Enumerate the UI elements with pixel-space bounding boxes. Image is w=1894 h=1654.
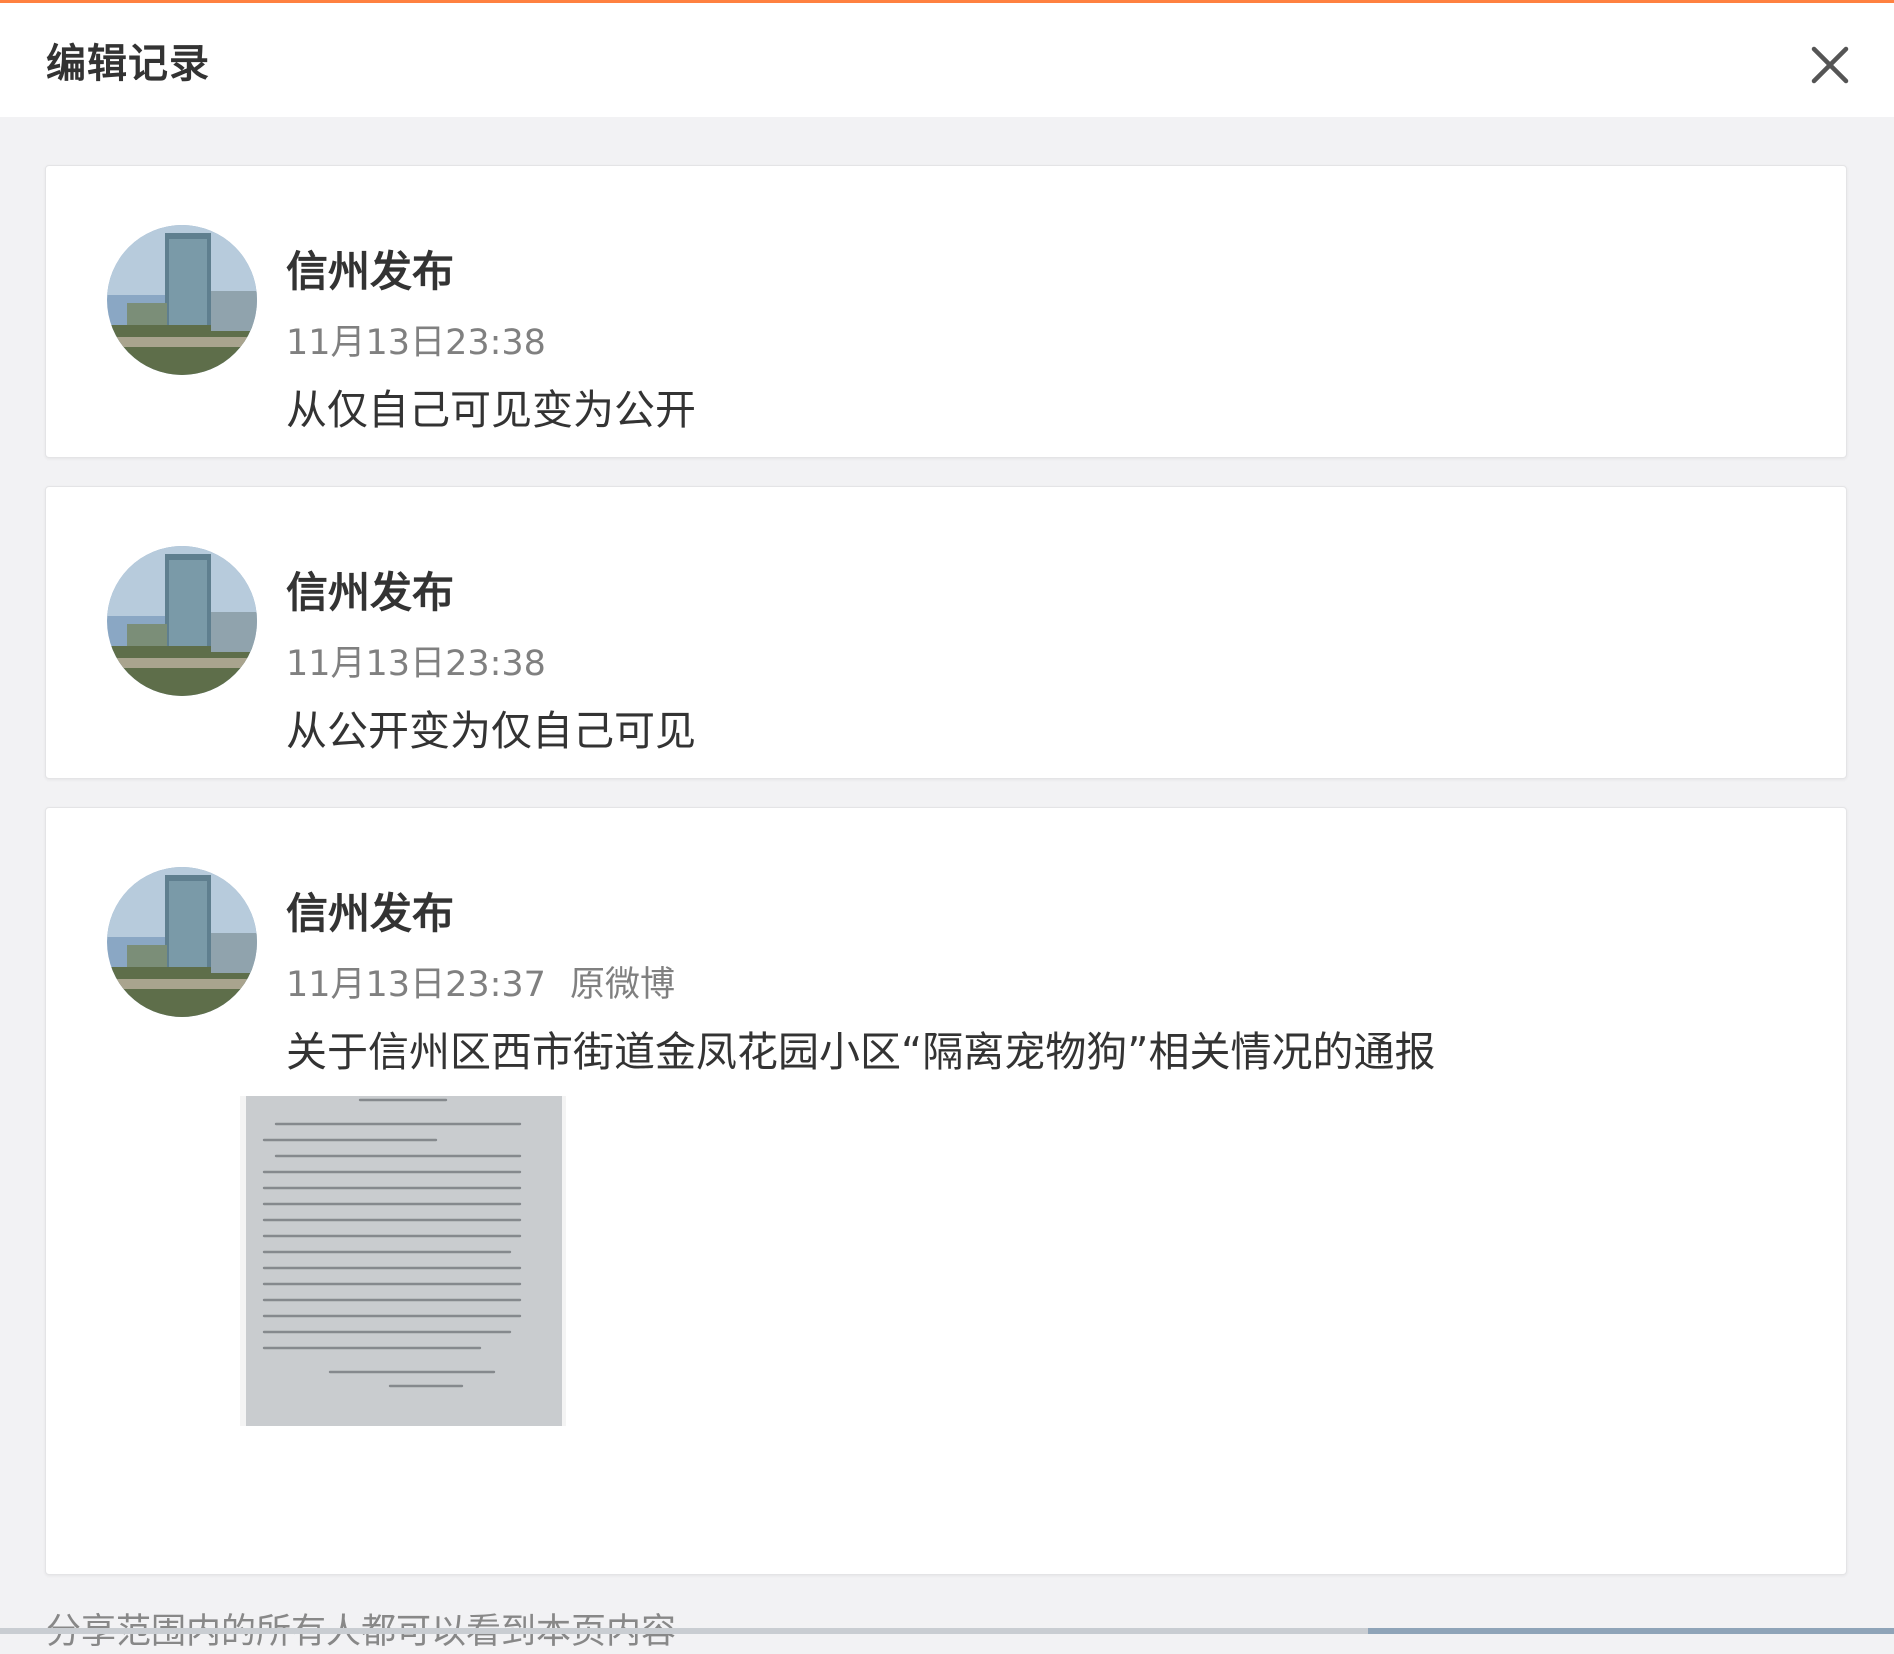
avatar-image <box>107 546 257 696</box>
author-name[interactable]: 信州发布 <box>286 559 454 620</box>
author-name[interactable]: 信州发布 <box>286 238 454 299</box>
dialog-title: 编辑记录 <box>46 41 210 87</box>
record-text: 关于信州区西市街道金凤花园小区“隔离宠物狗”相关情况的通报 <box>286 1028 1436 1076</box>
author-avatar[interactable] <box>107 225 257 375</box>
author-name[interactable]: 信州发布 <box>286 880 454 941</box>
avatar-image <box>107 867 257 1017</box>
record-text: 从公开变为仅自己可见 <box>286 707 696 755</box>
edit-record-card: 信州发布 11月13日23:38 从公开变为仅自己可见 <box>45 486 1847 779</box>
close-icon[interactable] <box>1808 43 1852 87</box>
record-time: 11月13日23:38 <box>286 644 546 684</box>
author-avatar[interactable] <box>107 867 257 1017</box>
author-avatar[interactable] <box>107 546 257 696</box>
record-meta: 11月13日23:38 <box>286 314 546 365</box>
record-time: 11月13日23:38 <box>286 323 546 363</box>
edit-record-card: 信州发布 11月13日23:38 从仅自己可见变为公开 <box>45 165 1847 458</box>
record-time: 11月13日23:37 <box>286 965 546 1005</box>
dialog-header: 编辑记录 <box>0 3 1894 117</box>
original-post-link[interactable]: 原微博 <box>570 965 675 1005</box>
attached-image-thumbnail[interactable] <box>240 1096 566 1426</box>
record-meta: 11月13日23:37 原微博 <box>286 956 675 1007</box>
record-text: 从仅自己可见变为公开 <box>286 386 696 434</box>
avatar-image <box>107 225 257 375</box>
underlying-page-highlight <box>1368 1628 1894 1634</box>
underlying-page-strip <box>0 1628 1894 1634</box>
document-photo <box>240 1096 566 1426</box>
record-meta: 11月13日23:38 <box>286 635 546 686</box>
